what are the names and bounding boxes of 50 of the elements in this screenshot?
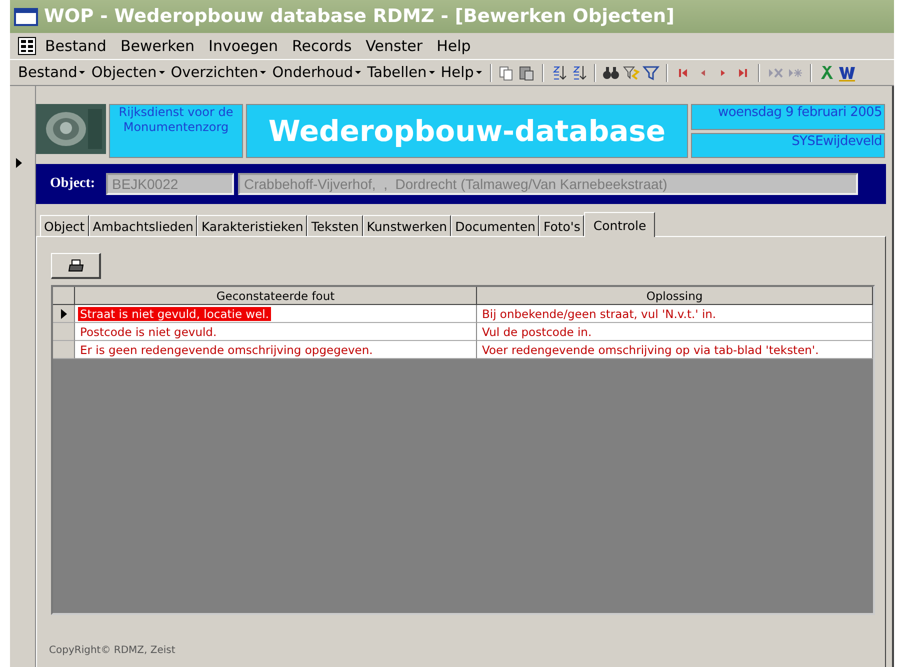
tab[interactable]: Karakteristieken (197, 215, 308, 236)
current-date: woensdag 9 februari 2005 (691, 104, 885, 130)
tab[interactable]: Foto's (539, 215, 584, 236)
dropdown-caret-icon (158, 71, 165, 74)
dropdown-caret-icon (428, 71, 435, 74)
tab[interactable]: Teksten (307, 215, 363, 236)
table-cell-text: Vul de postcode in. (481, 324, 593, 338)
filter-icon[interactable] (642, 64, 660, 82)
form-view-icon (18, 37, 36, 55)
toolbar-menu[interactable]: Objecten (89, 64, 167, 80)
toolbar-menu[interactable]: Help (438, 64, 484, 80)
dropdown-caret-icon (355, 71, 362, 74)
copyright-text: CopyRight© RDMZ, Zeist (49, 645, 176, 656)
dropdown-caret-icon (79, 71, 86, 74)
table-cell-text: Voer redengevende omschrijving op via tab-blad 'teksten'. (481, 342, 820, 356)
tab[interactable]: Kunstwerken (362, 215, 452, 236)
record-selector-icon (16, 158, 22, 168)
window-title: WOP - Wederopbouw database RDMZ - [Bewerken Objecten] (44, 6, 674, 27)
filter-selection-icon[interactable] (622, 64, 640, 82)
column-header[interactable]: Oplossing (477, 287, 873, 305)
menu-item[interactable]: Bestand (40, 37, 112, 55)
tab[interactable]: Object (40, 215, 89, 236)
table-cell-text: Er is geen redengevende omschrijving opgegeven. (79, 342, 374, 356)
app-title: Wederopbouw-database (246, 104, 688, 158)
print-button[interactable] (51, 253, 101, 279)
table-cell-text: Postcode is niet gevuld. (79, 324, 218, 338)
menu-item[interactable]: Venster (360, 37, 428, 55)
row-selector[interactable] (53, 305, 75, 323)
object-label: Object: (50, 176, 96, 192)
window-icon (14, 6, 38, 26)
printer-icon (68, 258, 84, 273)
toolbar-menu[interactable]: Overzichten (168, 64, 268, 80)
dropdown-caret-icon (476, 71, 482, 74)
menu-item[interactable]: Invoegen (204, 37, 283, 55)
table-cell: Straat is niet gevuld, locatie wel. (78, 306, 272, 320)
paste-icon[interactable] (518, 64, 536, 82)
organization-name: Rijksdienst voor de Monumentenzorg (109, 104, 243, 158)
toolbar-menu[interactable]: Bestand (16, 64, 88, 80)
menu-item[interactable]: Help (432, 37, 476, 55)
column-header[interactable]: Geconstateerde fout (75, 287, 477, 305)
toolbar-menu[interactable]: Tabellen (365, 64, 437, 80)
table-cell-text: Bij onbekende/geen straat, vul 'N.v.t.' in. (481, 306, 718, 320)
menu-item[interactable]: Records (287, 37, 357, 55)
toolbar-menu[interactable]: Onderhoud (270, 64, 364, 80)
menu-item[interactable]: Bewerken (115, 37, 200, 55)
tab[interactable]: Controle (584, 212, 656, 237)
tab[interactable]: Documenten (451, 215, 540, 236)
tab[interactable]: Ambachtslieden (88, 215, 198, 236)
user-name: SYSEwijdeveld (691, 132, 885, 158)
dropdown-caret-icon (260, 71, 266, 74)
